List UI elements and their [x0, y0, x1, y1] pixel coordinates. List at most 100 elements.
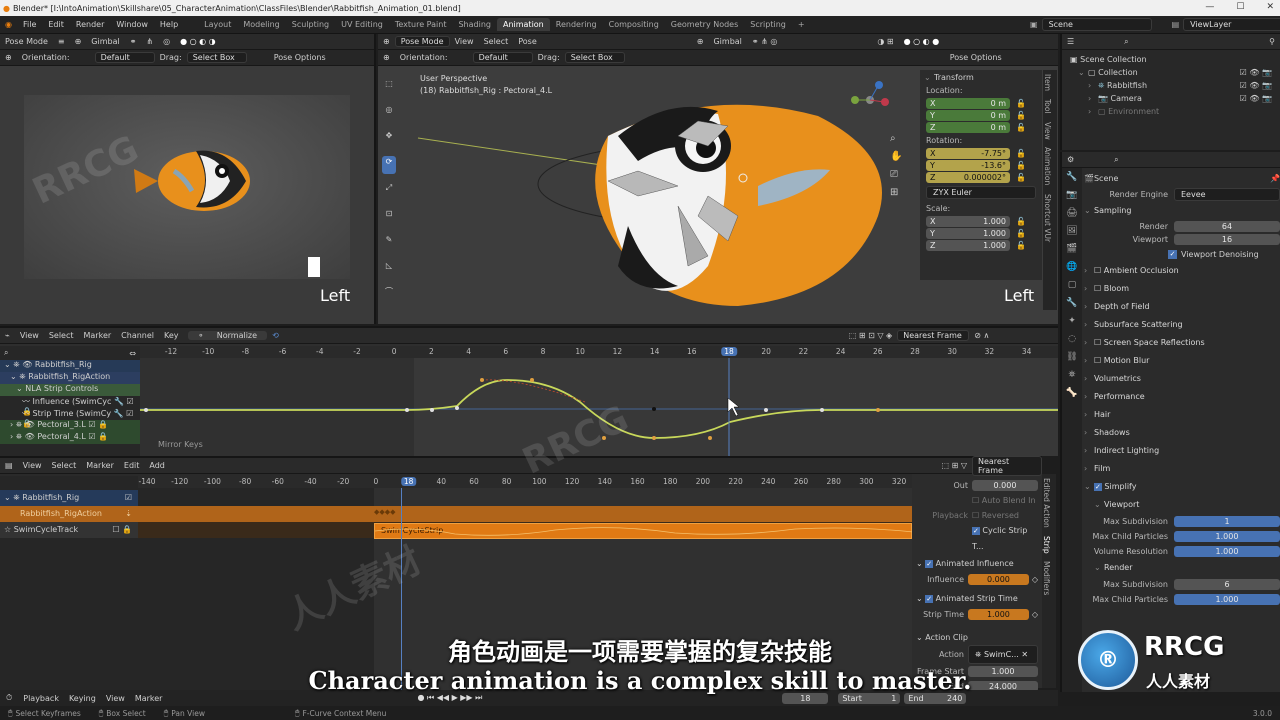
- blender-menu-icon[interactable]: ◉: [0, 20, 17, 29]
- render-child-field[interactable]: 1.000: [1174, 594, 1280, 605]
- proportional-icon[interactable]: ◎: [158, 37, 175, 46]
- hair-section[interactable]: › Hair: [1084, 406, 1280, 424]
- render-tab-icon[interactable]: 📷: [1062, 186, 1082, 204]
- volume-resolution-field[interactable]: 1.000: [1174, 546, 1280, 557]
- current-frame-badge[interactable]: 18: [400, 477, 417, 486]
- add-workspace-icon[interactable]: +: [792, 18, 811, 31]
- nla-ruler[interactable]: -140 -120 -100 -80 -60 -40 -20 0 18 40 60 80 100 120 1…: [138, 476, 912, 488]
- tab-texture-paint[interactable]: Texture Paint: [389, 18, 453, 31]
- render-engine-dropdown[interactable]: Eevee: [1174, 187, 1280, 201]
- outliner-collection[interactable]: ⌄ ▢ Collection ☑ 👁 📷: [1070, 66, 1272, 79]
- nla-menu-marker[interactable]: Marker: [81, 461, 119, 470]
- menu-view[interactable]: View: [450, 37, 479, 46]
- nla-editor-icon[interactable]: ▤: [0, 461, 18, 470]
- menu-file[interactable]: File: [17, 20, 42, 29]
- constraints-tab-icon[interactable]: ⛓: [1062, 348, 1082, 366]
- world-tab-icon[interactable]: 🌐: [1062, 258, 1082, 276]
- motion-blur-section[interactable]: › ☐ Motion Blur: [1084, 352, 1280, 370]
- camera-mode-dropdown[interactable]: Pose Mode: [0, 37, 53, 46]
- tab-compositing[interactable]: Compositing: [603, 18, 665, 31]
- pin-icon[interactable]: 📌: [1270, 174, 1280, 183]
- filter-icon[interactable]: ⚲: [1264, 37, 1280, 46]
- tab-sculpting[interactable]: Sculpting: [286, 18, 335, 31]
- properties-editor-icon[interactable]: ⚙: [1062, 155, 1079, 164]
- nla-menu-view[interactable]: View: [18, 461, 47, 470]
- swim-cycle-strip[interactable]: SwimCycleStrip: [374, 523, 912, 539]
- shading-solid-icon[interactable]: ● ○ ◐ ◑: [175, 37, 221, 46]
- view-layer-tab-icon[interactable]: 🖼: [1062, 222, 1082, 240]
- graph-ruler[interactable]: -12 -10 -8 -6 -4 -2 0 2 4 6 8 10 12 14 16 18 20 22 24 26 28 3…: [140, 346, 1058, 358]
- nla-track-swim[interactable]: ☆ SwimCycleTrack ☐ 🔒: [0, 522, 138, 538]
- menu-window[interactable]: Window: [110, 20, 154, 29]
- shading-modes-icon[interactable]: ● ○ ◐ ●: [899, 37, 945, 46]
- strip-time-field[interactable]: 1.000: [968, 609, 1029, 620]
- nla-menu-select[interactable]: Select: [47, 461, 82, 470]
- max-subdivision-field[interactable]: 1: [1174, 516, 1280, 527]
- channel-rig[interactable]: ⌄ ⛯ 👁 Rabbitfish_Rig: [0, 360, 140, 372]
- side-tab-item[interactable]: Item: [1043, 70, 1052, 95]
- particles-tab-icon[interactable]: ✦: [1062, 312, 1082, 330]
- output-tab-icon[interactable]: 🖨: [1062, 204, 1082, 222]
- tab-edited-action[interactable]: Edited Action: [1042, 474, 1051, 532]
- lock-icon[interactable]: 🔓: [1016, 123, 1026, 132]
- graph-snap-dropdown[interactable]: Nearest Frame: [897, 330, 970, 341]
- graph-menu-view[interactable]: View: [15, 331, 44, 340]
- refresh-icon[interactable]: ⟲: [267, 331, 284, 340]
- channel-pectoral-4[interactable]: › ⛯ 👁 Pectoral_4.L ☑ 🔒: [0, 432, 140, 444]
- cyclic-checkbox[interactable]: ✓ Cyclic Strip T...: [916, 523, 1038, 554]
- menu-help[interactable]: Help: [154, 20, 184, 29]
- menu-render[interactable]: Render: [70, 20, 110, 29]
- tab-shading[interactable]: Shading: [452, 18, 497, 31]
- sampling-section[interactable]: ⌄ Sampling: [1084, 202, 1280, 220]
- tab-rendering[interactable]: Rendering: [550, 18, 603, 31]
- visibility-icon[interactable]: ☑ 👁 📷: [1240, 92, 1272, 105]
- outliner-scene-collection[interactable]: ▣ Scene Collection: [1070, 53, 1272, 66]
- visibility-icon[interactable]: ☑ 👁 📷: [1240, 66, 1272, 79]
- proportional-icon[interactable]: ⊘ ∧: [969, 331, 994, 340]
- bone-tab-icon[interactable]: 🦴: [1062, 384, 1082, 402]
- view-layer-selector[interactable]: ViewLayer: [1183, 18, 1280, 31]
- scale-y-field[interactable]: Y 1.000: [926, 228, 1010, 239]
- nla-menu-add[interactable]: Add: [144, 461, 170, 470]
- checkbox-checked-icon[interactable]: ✓: [1168, 249, 1177, 259]
- location-x-field[interactable]: X0 m: [926, 98, 1010, 109]
- channel-influence[interactable]: 〰 Influence (SwimCyc 🔧 ☑ 🔒: [0, 396, 140, 416]
- rotation-mode-dropdown[interactable]: ZYX Euler: [926, 186, 1036, 199]
- rotation-z-field[interactable]: Z 0.000002°: [926, 172, 1010, 183]
- nla-track-action[interactable]: Rabbitfish_RigAction ⇣: [0, 506, 138, 522]
- menu-pose[interactable]: Pose: [513, 37, 542, 46]
- main-orientation-dropdown[interactable]: Default: [472, 52, 533, 63]
- visibility-icon[interactable]: ☑ 👁 📷: [1240, 79, 1272, 92]
- side-tab-view[interactable]: View: [1043, 118, 1052, 144]
- side-tab-animation[interactable]: Animation: [1043, 143, 1052, 189]
- lock-icon[interactable]: 🔓: [1016, 111, 1026, 120]
- tool-tab-icon[interactable]: 🔧: [1062, 168, 1082, 186]
- tab-animation[interactable]: Animation: [496, 18, 550, 31]
- current-frame-badge[interactable]: 18: [721, 347, 737, 356]
- maximize-icon[interactable]: ☐: [1236, 2, 1244, 12]
- menu-edit[interactable]: Edit: [42, 20, 70, 29]
- normalize-button[interactable]: ⚬ Normalize: [187, 331, 268, 340]
- scene-tab-icon[interactable]: 🎬: [1062, 240, 1082, 258]
- tab-scripting[interactable]: Scripting: [744, 18, 792, 31]
- scale-z-field[interactable]: Z 1.000: [926, 240, 1010, 251]
- zoom-icon[interactable]: ⌕: [890, 130, 902, 148]
- side-tab-shortcut[interactable]: Shortcut VUr: [1043, 190, 1052, 246]
- graph-menu-key[interactable]: Key: [159, 331, 184, 340]
- minimize-icon[interactable]: —: [1205, 2, 1214, 12]
- nla-menu-edit[interactable]: Edit: [119, 461, 145, 470]
- tab-layout[interactable]: Layout: [198, 18, 237, 31]
- close-icon[interactable]: ✕: [1266, 2, 1274, 12]
- bloom-section[interactable]: › ☐ Bloom: [1084, 280, 1280, 298]
- tab-geometry-nodes[interactable]: Geometry Nodes: [665, 18, 744, 31]
- tab-modifiers[interactable]: Modifiers: [1042, 557, 1051, 599]
- scene-selector[interactable]: Scene: [1041, 18, 1152, 31]
- outliner-camera[interactable]: › 📷 Camera ☑ 👁 📷: [1070, 92, 1272, 105]
- volumetrics-section[interactable]: › Volumetrics: [1084, 370, 1280, 388]
- pan-hand-icon[interactable]: ✋: [890, 148, 902, 166]
- camera-orientation-dropdown[interactable]: Default: [94, 52, 155, 63]
- channel-pectoral-3[interactable]: › ⛯ 👁 Pectoral_3.L ☑ 🔒: [0, 420, 140, 432]
- camera-gimbal-dropdown[interactable]: Gimbal: [86, 37, 124, 46]
- max-child-particles-field[interactable]: 1.000: [1174, 531, 1280, 542]
- nla-track-rig[interactable]: ⌄ ⛯ Rabbitfish_Rig ☑: [0, 490, 138, 506]
